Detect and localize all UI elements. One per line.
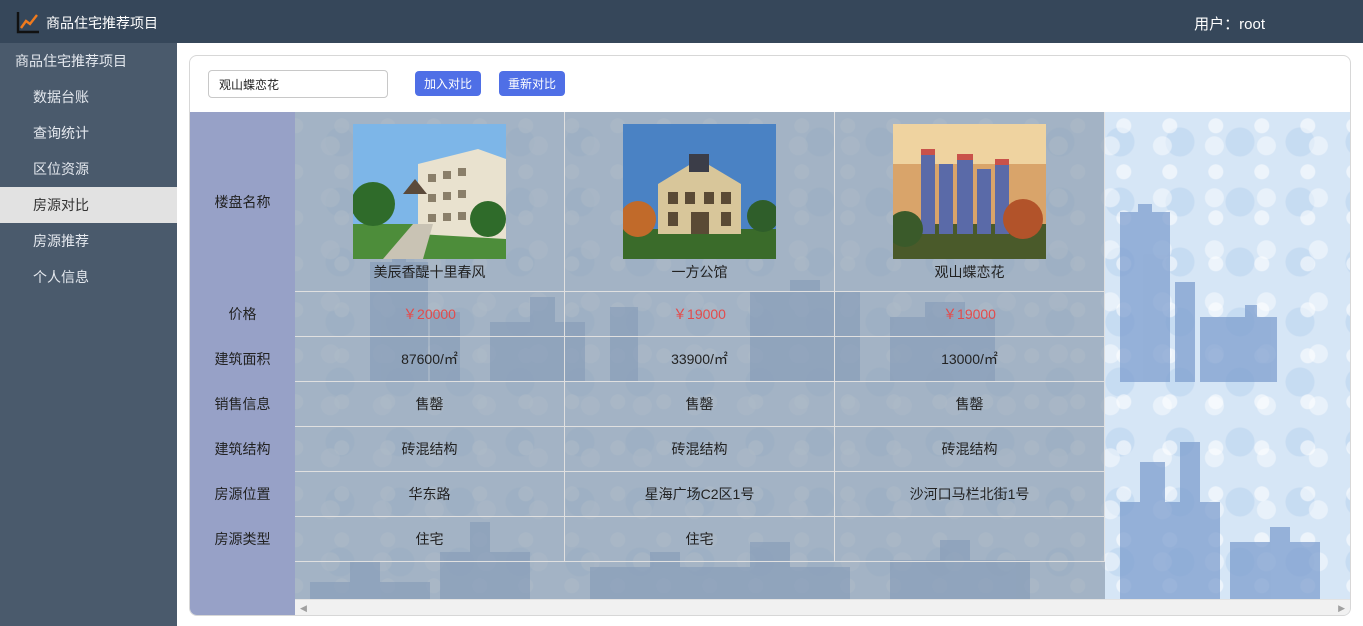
row-label-type: 房源类型 bbox=[214, 531, 271, 547]
price-cell-2: ￥19000 bbox=[565, 292, 835, 337]
area-cell-3: 13000/㎡ bbox=[835, 337, 1105, 382]
area-cell-2: 33900/㎡ bbox=[565, 337, 835, 382]
structure-cell-3: 砖混结构 bbox=[835, 427, 1105, 472]
app-title: 商品住宅推荐项目 bbox=[46, 15, 158, 31]
property-name-1: 美辰香醍十里春风 bbox=[373, 264, 486, 280]
property-cell-2[interactable]: 一方公馆 bbox=[565, 112, 835, 292]
location-cell-2: 星海广场C2区1号 bbox=[565, 472, 835, 517]
price-cell-3: ￥19000 bbox=[835, 292, 1105, 337]
row-label-sales: 销售信息 bbox=[214, 396, 271, 412]
property-name-3: 观山蝶恋花 bbox=[934, 264, 1005, 280]
add-to-compare-button[interactable]: 加入对比 bbox=[415, 71, 482, 96]
sidebar-title[interactable]: 商品住宅推荐项目 bbox=[0, 43, 177, 79]
sidebar-item-location-resources[interactable]: 区位资源 bbox=[0, 151, 177, 187]
property-photo-3[interactable] bbox=[893, 124, 1046, 259]
sales-cell-2: 售罄 bbox=[565, 382, 835, 427]
sales-cell-3: 售罄 bbox=[835, 382, 1105, 427]
row-label-structure: 建筑结构 bbox=[214, 441, 271, 457]
structure-cell-2: 砖混结构 bbox=[565, 427, 835, 472]
sidebar-item-data-ledger[interactable]: 数据台账 bbox=[0, 79, 177, 115]
main-content: 加入对比 重新对比 bbox=[177, 43, 1363, 626]
type-cell-1: 住宅 bbox=[295, 517, 565, 562]
property-name-2: 一方公馆 bbox=[671, 264, 728, 280]
compare-table: 楼盘名称 价格 建筑面积 销售信息 建筑结构 房源位置 房源类型 美辰香醍十里春… bbox=[190, 112, 1350, 615]
location-cell-3: 沙河口马栏北街1号 bbox=[835, 472, 1105, 517]
row-label-area: 建筑面积 bbox=[214, 351, 271, 367]
user-label: 用户：root bbox=[1194, 16, 1265, 33]
scroll-left-arrow-icon[interactable]: ◀ bbox=[300, 603, 307, 614]
reset-compare-button[interactable]: 重新对比 bbox=[499, 71, 566, 96]
location-cell-1: 华东路 bbox=[295, 472, 565, 517]
sidebar-item-property-compare[interactable]: 房源对比 bbox=[0, 187, 177, 223]
row-label-name: 楼盘名称 bbox=[214, 194, 271, 210]
property-cell-1[interactable]: 美辰香醍十里春风 bbox=[295, 112, 565, 292]
row-label-column: 楼盘名称 价格 建筑面积 销售信息 建筑结构 房源位置 房源类型 bbox=[190, 112, 295, 615]
area-cell-1: 87600/㎡ bbox=[295, 337, 565, 382]
type-cell-2: 住宅 bbox=[565, 517, 835, 562]
type-cell-3 bbox=[835, 517, 1105, 562]
compare-grid: 美辰香醍十里春风 ￥20000 87600/㎡ 售罄 砖混结构 华东路 住宅 一… bbox=[295, 112, 1105, 615]
price-cell-1: ￥20000 bbox=[295, 292, 565, 337]
compare-card: 加入对比 重新对比 bbox=[189, 55, 1351, 616]
sidebar-item-personal-info[interactable]: 个人信息 bbox=[0, 259, 177, 295]
row-label-location: 房源位置 bbox=[214, 486, 271, 502]
property-photo-2[interactable] bbox=[623, 124, 776, 259]
sidebar: 商品住宅推荐项目 数据台账 查询统计 区位资源 房源对比 房源推荐 个人信息 bbox=[0, 43, 177, 626]
property-search-input[interactable] bbox=[208, 70, 388, 98]
structure-cell-1: 砖混结构 bbox=[295, 427, 565, 472]
horizontal-scrollbar[interactable]: ◀ ▶ bbox=[295, 599, 1350, 615]
property-cell-3[interactable]: 观山蝶恋花 bbox=[835, 112, 1105, 292]
top-header: 商品住宅推荐项目 用户：root bbox=[0, 0, 1363, 43]
row-label-price: 价格 bbox=[228, 306, 257, 322]
sidebar-item-query-stats[interactable]: 查询统计 bbox=[0, 115, 177, 151]
scroll-right-arrow-icon[interactable]: ▶ bbox=[1338, 603, 1345, 614]
sidebar-item-property-recommend[interactable]: 房源推荐 bbox=[0, 223, 177, 259]
property-photo-1[interactable] bbox=[353, 124, 506, 259]
sales-cell-1: 售罄 bbox=[295, 382, 565, 427]
line-chart-icon bbox=[16, 12, 39, 34]
